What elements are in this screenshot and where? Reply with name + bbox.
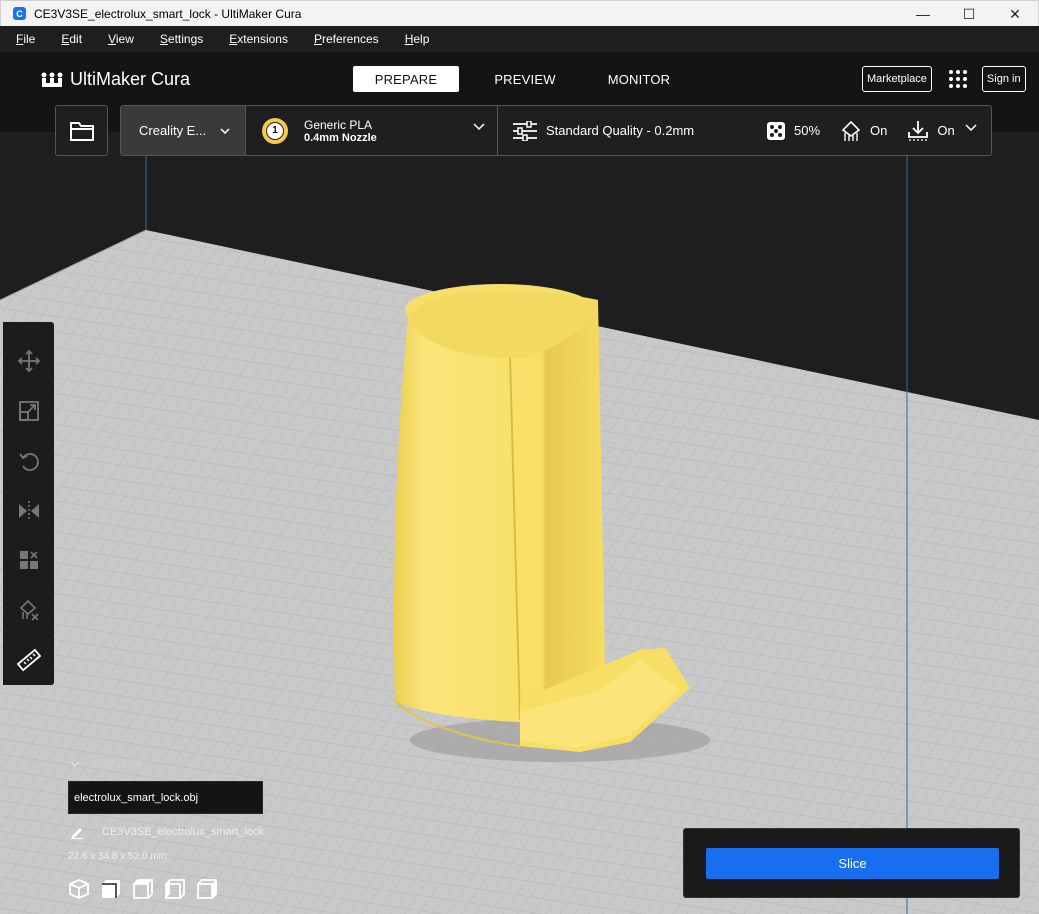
menu-edit[interactable]: Edit bbox=[61, 32, 82, 46]
nozzle-size: 0.4mm Nozzle bbox=[304, 131, 377, 144]
ultimaker-logo: UltiMaker Cura bbox=[40, 69, 190, 90]
support-icon bbox=[841, 120, 861, 141]
view-front-icon bbox=[102, 880, 120, 898]
chevron-down-icon bbox=[965, 124, 977, 131]
menu-view[interactable]: View bbox=[108, 32, 134, 46]
view-left-icon bbox=[165, 879, 185, 899]
sign-in-button[interactable]: Sign in bbox=[981, 66, 1026, 92]
view-front-button[interactable] bbox=[100, 878, 132, 900]
extruder-badge: 1 bbox=[262, 117, 288, 144]
view-3d-button[interactable] bbox=[68, 878, 100, 900]
camera-view-buttons bbox=[68, 878, 308, 900]
object-list-item[interactable]: electrolux_smart_lock.obj bbox=[68, 781, 263, 814]
infill-setting: 50% bbox=[766, 121, 820, 141]
window-controls: — ☐ ✕ bbox=[900, 1, 1038, 27]
menu-preferences[interactable]: Preferences bbox=[314, 32, 379, 46]
object-list-toggle[interactable]: Object list bbox=[68, 758, 308, 770]
per-model-settings-icon bbox=[19, 551, 38, 570]
menu-file[interactable]: File bbox=[16, 32, 35, 46]
chevron-down-icon bbox=[473, 123, 485, 130]
tab-prepare[interactable]: PREPARE bbox=[353, 66, 459, 92]
printer-name: Creality E... bbox=[139, 123, 207, 138]
rotate-tool-button[interactable] bbox=[3, 436, 54, 486]
support-setting: On bbox=[840, 120, 887, 142]
model-dimensions: 22.6 x 34.8 x 52.0 mm bbox=[68, 851, 167, 862]
title-bar: C CE3V3SE_electrolux_smart_lock - UltiMa… bbox=[0, 0, 1039, 26]
printer-selector[interactable]: Creality E... bbox=[121, 106, 246, 155]
folder-icon bbox=[69, 121, 94, 141]
tab-preview[interactable]: PREVIEW bbox=[477, 66, 573, 92]
chevron-down-icon bbox=[220, 127, 230, 134]
action-panel: Slice bbox=[683, 828, 1020, 898]
adhesion-icon bbox=[908, 120, 929, 141]
print-setup-bar: Creality E... 1 Generic PLA 0.4mm Nozzle… bbox=[120, 105, 992, 156]
adhesion-value: On bbox=[937, 123, 955, 138]
view-left-button[interactable] bbox=[164, 878, 196, 900]
job-name-row[interactable]: CE3V3SE_electrolux_smart_lock bbox=[68, 825, 308, 839]
object-list-panel: Object list electrolux_smart_lock.obj CE… bbox=[68, 758, 308, 900]
object-list-label: Object list bbox=[94, 758, 143, 770]
view-right-icon bbox=[197, 879, 217, 899]
view-3d-icon bbox=[69, 879, 89, 899]
apps-grid-icon[interactable] bbox=[948, 69, 968, 89]
close-button[interactable]: ✕ bbox=[992, 1, 1038, 27]
view-right-button[interactable] bbox=[196, 878, 228, 900]
extruder-number: 1 bbox=[266, 121, 284, 140]
adhesion-setting: On bbox=[907, 120, 955, 142]
window-title: CE3V3SE_electrolux_smart_lock - UltiMake… bbox=[34, 6, 302, 21]
move-icon bbox=[17, 349, 40, 373]
chevron-down-icon bbox=[70, 761, 80, 767]
quality-profile: Standard Quality - 0.2mm bbox=[546, 123, 695, 138]
marketplace-button[interactable]: Marketplace bbox=[862, 66, 932, 92]
move-tool-button[interactable] bbox=[3, 336, 54, 386]
mirror-tool-button[interactable] bbox=[3, 486, 54, 536]
rotate-icon bbox=[18, 452, 39, 471]
slice-button[interactable]: Slice bbox=[706, 848, 999, 879]
job-name: CE3V3SE_electrolux_smart_lock bbox=[102, 826, 265, 838]
infill-icon bbox=[767, 121, 785, 140]
support-value: On bbox=[870, 123, 888, 138]
header-actions: Marketplace Sign in bbox=[862, 66, 1026, 92]
logo-text: UltiMaker Cura bbox=[70, 69, 191, 89]
menu-bar: File Edit View Settings Extensions Prefe… bbox=[0, 26, 1039, 52]
maximize-button[interactable]: ☐ bbox=[946, 1, 992, 27]
support-blocker-button[interactable] bbox=[3, 585, 54, 635]
scale-icon bbox=[18, 400, 39, 421]
view-top-button[interactable] bbox=[132, 878, 164, 900]
material-name: Generic PLA bbox=[304, 117, 373, 132]
menu-settings[interactable]: Settings bbox=[160, 32, 203, 46]
tab-monitor[interactable]: MONITOR bbox=[591, 66, 687, 92]
view-top-icon bbox=[133, 879, 153, 899]
per-model-settings-button[interactable] bbox=[3, 535, 54, 585]
measure-tool-button[interactable] bbox=[3, 635, 54, 685]
open-file-button[interactable] bbox=[55, 105, 108, 156]
scale-tool-button[interactable] bbox=[3, 386, 54, 436]
sliders-icon bbox=[513, 120, 537, 141]
ultimaker-logo-icon bbox=[41, 72, 63, 87]
menu-extensions[interactable]: Extensions bbox=[229, 32, 288, 46]
pencil-icon bbox=[71, 828, 83, 839]
tool-panel bbox=[3, 322, 54, 685]
mirror-icon bbox=[18, 500, 39, 521]
stage-toolbar: Creality E... 1 Generic PLA 0.4mm Nozzle… bbox=[55, 105, 992, 156]
minimize-button[interactable]: — bbox=[900, 1, 946, 27]
print-settings-selector[interactable]: Standard Quality - 0.2mm 50% On On bbox=[498, 106, 991, 155]
material-selector[interactable]: 1 Generic PLA 0.4mm Nozzle bbox=[246, 106, 498, 155]
cura-app-icon: C bbox=[13, 7, 26, 20]
ruler-icon bbox=[16, 648, 41, 672]
infill-value: 50% bbox=[794, 123, 821, 138]
menu-help[interactable]: Help bbox=[405, 32, 430, 46]
support-blocker-icon bbox=[19, 600, 39, 621]
stage-tabs: PREPARE PREVIEW MONITOR bbox=[353, 66, 705, 92]
